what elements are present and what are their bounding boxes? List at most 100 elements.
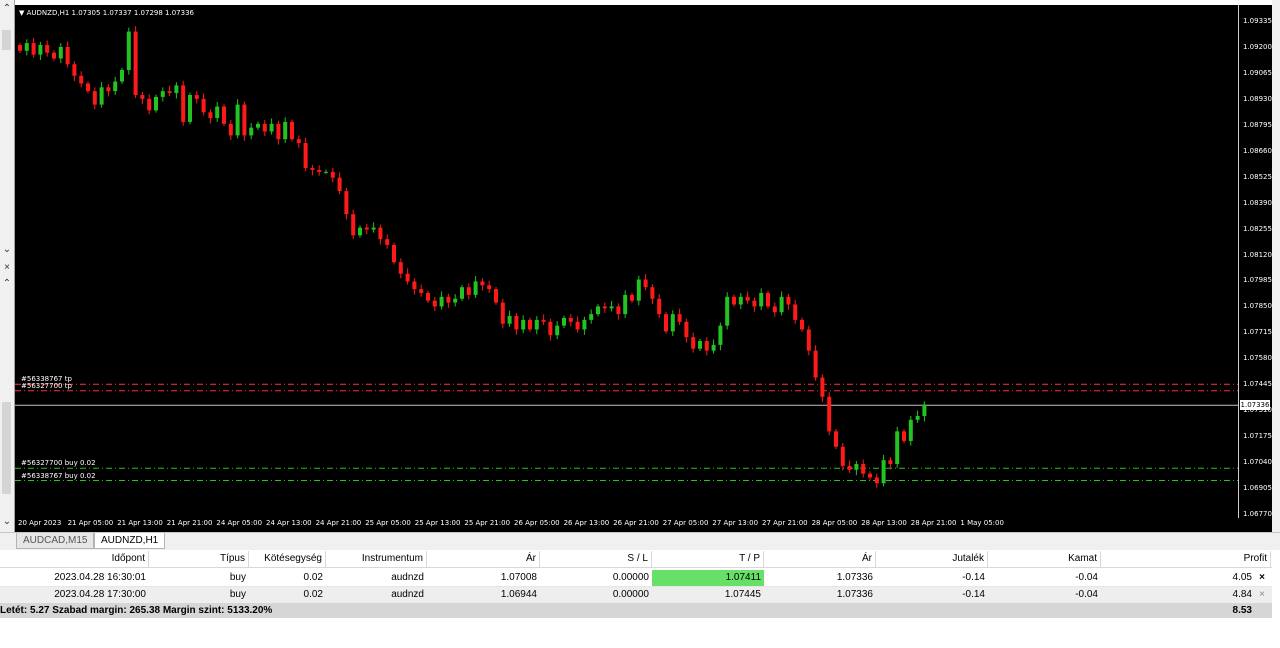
table-row[interactable]: 2023.04.28 17:30:00 buy 0.02 audnzd 1.06… xyxy=(0,587,1272,603)
candle-body xyxy=(820,377,825,397)
candle-body xyxy=(908,419,913,441)
candle-body xyxy=(630,294,634,301)
column-header[interactable]: Ár xyxy=(427,551,540,567)
candle-body xyxy=(290,121,294,140)
sl-cell: 0.00000 xyxy=(612,589,649,600)
column-header[interactable]: Jutalék xyxy=(876,551,988,567)
time-tick-label: 1 May 05:00 xyxy=(960,519,1004,527)
candle-body xyxy=(358,227,362,236)
time-tick-label: 21 Apr 21:00 xyxy=(166,519,213,527)
column-header[interactable]: Kamat xyxy=(988,551,1101,567)
candle-body xyxy=(562,317,566,326)
candle-body xyxy=(623,294,628,315)
candle-body xyxy=(262,123,267,132)
price-tick-label: 1.08930 xyxy=(1243,94,1272,103)
candle-body xyxy=(494,289,498,303)
candle-body xyxy=(528,319,532,330)
scrollbar-thumb[interactable] xyxy=(2,30,11,50)
candle-body xyxy=(256,123,260,128)
candle-body xyxy=(589,314,594,320)
candle-body xyxy=(106,87,111,92)
symbol-cell: audnzd xyxy=(391,589,424,600)
candle-body xyxy=(31,43,36,55)
candle-body xyxy=(677,314,682,322)
candle-body xyxy=(38,45,43,55)
time-cell: 2023.04.28 17:30:00 xyxy=(54,589,146,600)
column-header[interactable]: Kötésegység xyxy=(249,551,326,567)
candle-body xyxy=(480,281,485,286)
candle-body xyxy=(133,31,138,95)
time-tick-label: 25 Apr 21:00 xyxy=(464,519,511,527)
candle-body xyxy=(725,296,730,326)
column-header[interactable]: Instrumentum xyxy=(326,551,427,567)
candle-body xyxy=(813,350,818,378)
close-position-icon[interactable]: × xyxy=(1257,589,1267,601)
price-tick-label: 1.07580 xyxy=(1243,354,1272,363)
candle-body xyxy=(167,91,172,94)
candle-body xyxy=(521,319,526,330)
sl-cell: 0.00000 xyxy=(612,572,649,583)
price-tick-label: 1.07850 xyxy=(1243,302,1272,311)
scroll-up-icon[interactable]: ⌃ xyxy=(0,278,14,289)
candle-body xyxy=(534,319,539,330)
time-tick-label: 28 Apr 21:00 xyxy=(910,519,957,527)
candle-body xyxy=(596,306,600,315)
tab-audnzd-h1[interactable]: AUDNZD,H1 xyxy=(94,533,166,549)
candle-body xyxy=(174,85,179,94)
candle-body xyxy=(766,292,770,307)
time-tick-label: 26 Apr 13:00 xyxy=(563,519,610,527)
candle-body xyxy=(86,83,90,92)
scroll-up-icon[interactable]: ⌃ xyxy=(0,3,14,14)
chart-symbol-header: ▼ AUDNZD,H1 1.07305 1.07337 1.07298 1.07… xyxy=(19,9,194,17)
candle-body xyxy=(419,289,424,293)
candle-body xyxy=(242,104,247,136)
candle-body xyxy=(99,87,104,105)
candle-body xyxy=(120,70,124,82)
column-header[interactable]: Típus xyxy=(149,551,249,567)
candle-body xyxy=(793,304,798,320)
time-cell: 2023.04.28 16:30:01 xyxy=(54,572,146,583)
close-icon[interactable]: × xyxy=(0,262,14,273)
current-price-cell: 1.07336 xyxy=(836,572,873,583)
current-price-tag: 1.07336 xyxy=(1240,400,1270,411)
price-tick-label: 1.07985 xyxy=(1243,276,1272,285)
candle-body xyxy=(249,127,254,136)
candle-body xyxy=(915,415,920,420)
candle-body xyxy=(398,262,403,274)
time-tick-label: 24 Apr 13:00 xyxy=(266,519,312,527)
candle-body xyxy=(222,106,226,124)
time-tick-label: 28 Apr 05:00 xyxy=(811,519,858,527)
candle-body xyxy=(752,300,757,307)
column-header[interactable]: S / L xyxy=(540,551,652,567)
column-header[interactable]: Időpont xyxy=(0,551,149,567)
commission-cell: -0.14 xyxy=(962,589,985,600)
tab-audcad-m15[interactable]: AUDCAD,M15 xyxy=(16,533,95,549)
type-cell: buy xyxy=(229,572,246,583)
right-panel-edge xyxy=(1272,0,1280,532)
close-position-icon[interactable]: × xyxy=(1257,572,1267,584)
scroll-down-icon[interactable]: ⌄ xyxy=(0,244,14,255)
candle-body xyxy=(439,296,444,307)
candle-body xyxy=(65,46,70,65)
scroll-down-icon[interactable]: ⌄ xyxy=(0,516,14,527)
table-row[interactable]: 2023.04.28 16:30:01 buy 0.02 audnzd 1.07… xyxy=(0,570,1272,587)
candle-body xyxy=(351,214,356,236)
time-axis[interactable]: 20 Apr 2023 21 Apr 05:00 21 Apr 13:00 21 Ap… xyxy=(15,518,1272,532)
price-axis[interactable]: 1.09335 1.09200 1.09065 1.08930 1.08795 1.086… xyxy=(1238,5,1273,518)
column-header[interactable]: Ár xyxy=(764,551,876,567)
column-header[interactable]: Profit xyxy=(1101,551,1271,567)
dropdown-triangle-icon[interactable]: ▼ xyxy=(19,9,24,17)
candle-body xyxy=(337,177,342,192)
candle-body xyxy=(371,227,376,230)
candle-body xyxy=(541,319,546,322)
candle-body xyxy=(779,296,784,313)
candle-body xyxy=(759,292,764,307)
price-chart[interactable]: ▼ AUDNZD,H1 1.07305 1.07337 1.07298 1.07… xyxy=(15,5,1238,518)
time-tick-label: 25 Apr 13:00 xyxy=(414,519,461,527)
candle-body xyxy=(188,94,192,122)
candlestick-plot xyxy=(15,26,1238,488)
candle-body xyxy=(657,298,662,315)
chart-tab-bar: AUDCAD,M15 AUDNZD,H1 xyxy=(0,532,1280,550)
column-header[interactable]: T / P xyxy=(652,551,764,567)
scrollbar-thumb[interactable] xyxy=(2,402,11,494)
